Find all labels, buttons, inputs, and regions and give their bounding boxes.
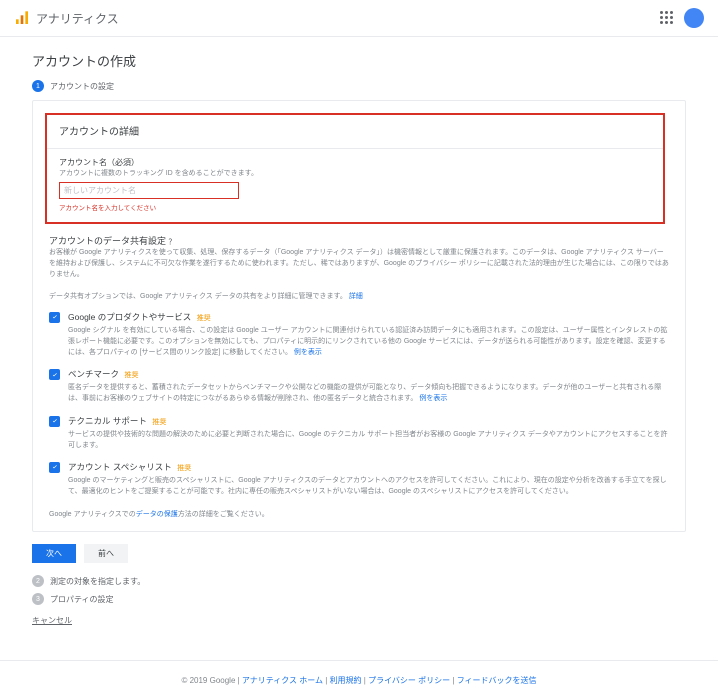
step-2-number: 2 <box>32 575 44 587</box>
reco-badge: 推奨 <box>177 465 191 472</box>
top-right <box>660 8 704 28</box>
step-3: 3 プロパティの設定 <box>32 593 686 605</box>
account-details-highlight: アカウントの詳細 アカウント名（必須） アカウントに複数のトラッキング ID を… <box>45 113 665 224</box>
main-content: アカウントの作成 1 アカウントの設定 アカウントの詳細 アカウント名（必須） … <box>0 37 718 646</box>
example-link[interactable]: 例を表示 <box>419 395 447 402</box>
sharing-intro: データ共有オプションでは、Google アナリティクス データの共有をより詳細に… <box>49 291 669 301</box>
page-title: アカウントの作成 <box>32 51 686 70</box>
opt-title: テクニカル サポート <box>68 416 147 426</box>
brand: アナリティクス <box>14 10 119 27</box>
analytics-logo-icon <box>14 10 30 26</box>
next-button[interactable]: 次へ <box>32 544 76 563</box>
share-option-0: Google のプロダクトやサービス 推奨 Google シグナル を有効にして… <box>49 311 669 359</box>
step-2: 2 測定の対象を指定します。 <box>32 575 686 587</box>
account-details-title: アカウントの詳細 <box>59 123 651 138</box>
button-row: 次へ 前へ <box>32 544 686 563</box>
product-name: アナリティクス <box>36 10 119 27</box>
copyright: © 2019 Google <box>181 676 235 685</box>
footer-link-privacy[interactable]: プライバシー ポリシー <box>368 676 450 685</box>
settings-card: アカウントの詳細 アカウント名（必須） アカウントに複数のトラッキング ID を… <box>32 100 686 532</box>
checkbox-benchmark[interactable] <box>49 369 60 380</box>
prev-button[interactable]: 前へ <box>84 544 128 563</box>
footer: © 2019 Google | アナリティクス ホーム | 利用規約 | プライ… <box>0 660 718 700</box>
opt-desc: Google シグナル を有効にしている場合、この設定は Google ユーザー… <box>68 325 669 359</box>
top-bar: アナリティクス <box>0 0 718 37</box>
opt-desc: 匿名データを提供すると、蓄積されたデータセットからベンチマークや公開などの機能の… <box>68 382 669 404</box>
step-1-number: 1 <box>32 80 44 92</box>
footer-link-feedback[interactable]: フィードバックを送信 <box>457 676 537 685</box>
sharing-heading: アカウントのデータ共有設定 <box>49 236 166 246</box>
protect-note: Google アナリティクスでのデータの保護方法の詳細をご覧ください。 <box>49 509 669 519</box>
account-name-error: アカウント名を入力してください <box>59 202 651 212</box>
user-avatar[interactable] <box>684 8 704 28</box>
step-1-label: アカウントの設定 <box>50 81 114 92</box>
account-name-label: アカウント名（必須） <box>59 157 651 168</box>
account-name-input[interactable] <box>59 182 239 199</box>
reco-badge: 推奨 <box>125 372 139 379</box>
opt-desc: サービスの提供や技術的な問題の解決のために必要と判断された場合に、Google … <box>68 429 669 451</box>
data-protect-link[interactable]: データの保護 <box>136 511 178 518</box>
share-option-3: アカウント スペシャリスト 推奨 Google のマーケティングと販売のスペシャ… <box>49 461 669 497</box>
account-name-sub: アカウントに複数のトラッキング ID を含めることができます。 <box>59 168 651 178</box>
share-option-2: テクニカル サポート 推奨 サービスの提供や技術的な問題の解決のために必要と判断… <box>49 415 669 451</box>
reco-badge: 推奨 <box>197 315 211 322</box>
step-3-number: 3 <box>32 593 44 605</box>
sharing-desc: お客様が Google アナリティクスを使って収集、処理、保存するデータ（「Go… <box>49 247 669 281</box>
example-link[interactable]: 例を表示 <box>294 349 322 356</box>
checkbox-support[interactable] <box>49 416 60 427</box>
apps-icon[interactable] <box>660 11 674 25</box>
footer-link-home[interactable]: アナリティクス ホーム <box>242 676 323 685</box>
reco-badge: 推奨 <box>152 419 166 426</box>
step-1: 1 アカウントの設定 <box>32 80 686 92</box>
step-3-label: プロパティの設定 <box>50 594 114 605</box>
share-option-1: ベンチマーク 推奨 匿名データを提供すると、蓄積されたデータセットからベンチマー… <box>49 368 669 404</box>
checkbox-specialist[interactable] <box>49 462 60 473</box>
opt-title: アカウント スペシャリスト <box>68 462 172 472</box>
cancel-link[interactable]: キャンセル <box>32 615 72 626</box>
bottom-steps: 2 測定の対象を指定します。 3 プロパティの設定 <box>32 575 686 605</box>
sharing-intro-link[interactable]: 詳細 <box>349 293 363 300</box>
opt-title: Google のプロダクトやサービス <box>68 312 191 322</box>
checkbox-products[interactable] <box>49 312 60 323</box>
help-icon[interactable]: ？ <box>169 239 176 246</box>
data-sharing-section: アカウントのデータ共有設定 ？ お客様が Google アナリティクスを使って収… <box>49 234 669 519</box>
step-2-label: 測定の対象を指定します。 <box>50 576 145 587</box>
opt-title: ベンチマーク <box>68 369 119 379</box>
footer-link-terms[interactable]: 利用規約 <box>330 676 362 685</box>
opt-desc: Google のマーケティングと販売のスペシャリストに、Google アナリティ… <box>68 475 669 497</box>
